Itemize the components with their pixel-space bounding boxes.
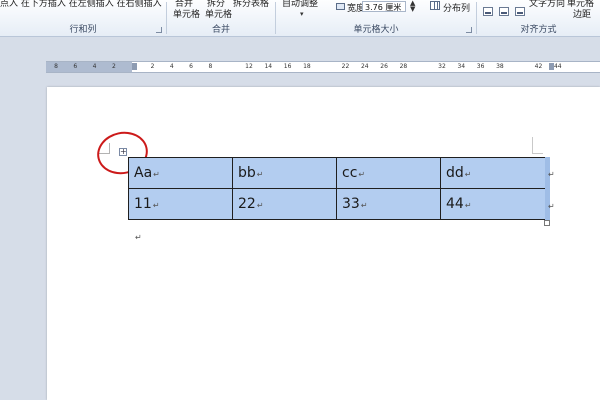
table-row: Aa↵ bb↵ cc↵ dd↵	[128, 157, 546, 189]
cell-text: dd	[446, 165, 464, 181]
horizontal-ruler[interactable]: 8 6 4 2 2 4 6 8 12 14 16 18 22 24 26 28 32 34 36 38 42 44	[46, 61, 600, 73]
autofit-button[interactable]: 自动调整	[282, 0, 318, 9]
ruler-tick-label: 8	[208, 63, 213, 70]
group-label-merge: 合并	[211, 25, 230, 35]
ruler-tick-label: 12	[245, 63, 253, 70]
cell-size-launcher-icon[interactable]	[466, 27, 472, 33]
align-bottom-left-icon[interactable]	[483, 7, 493, 16]
cell-text: 11	[134, 196, 152, 212]
table-cell[interactable]: 44↵	[440, 188, 546, 220]
table-resize-handle[interactable]	[544, 220, 550, 226]
ruler-indent-marker[interactable]	[132, 63, 137, 70]
ruler-tick-label: 2	[111, 63, 116, 70]
distribute-columns-icon[interactable]	[430, 1, 440, 10]
group-label-cell-size: 单元格大小	[353, 25, 399, 35]
ruler-tick-label: 34	[457, 63, 466, 70]
group-merge: 合并 单元格 拆分 单元格 拆分表格 合并	[167, 0, 275, 36]
align-bottom-center-icon[interactable]	[499, 7, 509, 16]
ruler-tick-label: 32	[438, 63, 446, 70]
cell-text: 44	[446, 196, 464, 212]
ruler-tick-label: 6	[73, 63, 78, 70]
ruler-tick-label: 2	[150, 63, 155, 70]
table-cell[interactable]: 11↵	[128, 188, 233, 220]
ruler-tick-label: 4	[92, 63, 97, 70]
document-page[interactable]: + Aa↵ bb↵ cc↵ dd↵ 11↵ 22↵ 33↵ 44↵ ↵ ↵ ↵	[47, 87, 600, 400]
row-end-mark: ↵	[548, 170, 555, 179]
width-spinner[interactable]: ▲ ▼	[410, 0, 415, 13]
cell-end-mark: ↵	[153, 170, 160, 179]
ruler-tick-label: 24	[360, 63, 369, 70]
ruler-tick-label: 44	[553, 63, 562, 70]
table-cell[interactable]: 33↵	[336, 188, 441, 220]
table-cell[interactable]: bb↵	[232, 157, 337, 189]
cell-end-mark: ↵	[152, 201, 160, 210]
align-bottom-right-icon[interactable]	[515, 7, 525, 16]
page-corner-mark	[532, 137, 543, 154]
group-rows-and-columns: 点入 在下方插入 在左侧插入 在右侧插入 行和列	[0, 0, 166, 36]
distribute-columns-button[interactable]: 分布列	[443, 1, 470, 14]
split-table-button[interactable]: 拆分表格	[233, 0, 269, 9]
table-row: 11↵ 22↵ 33↵ 44↵	[128, 188, 546, 220]
paragraph-mark: ↵	[135, 233, 142, 242]
cell-text: cc	[342, 165, 358, 181]
text-direction-button[interactable]: 文字方向	[529, 0, 565, 9]
ruler-tick-label: 36	[476, 63, 485, 70]
cell-end-mark: ↵	[464, 170, 472, 179]
ruler-tick-label: 6	[189, 63, 194, 70]
table-cell[interactable]: 22↵	[232, 188, 337, 220]
cell-text: bb	[238, 165, 256, 181]
cell-text: Aa	[134, 165, 153, 181]
ribbon: 点入 在下方插入 在左侧插入 在右侧插入 行和列 合并 单元格 拆分 单元格 拆…	[0, 0, 600, 37]
ruler-tick-label: 16	[283, 63, 292, 70]
spin-down-icon[interactable]: ▼	[410, 6, 415, 13]
ruler-tick-label: 8	[54, 63, 58, 70]
cell-end-mark: ↵	[360, 201, 368, 210]
table-cell[interactable]: dd↵	[440, 157, 546, 189]
ruler-tick-label: 4	[169, 63, 174, 70]
split-cells-label: 单元格	[205, 10, 233, 20]
cell-end-mark: ↵	[464, 201, 472, 210]
group-alignment: 文字方向 单元格 边距 对齐方式	[477, 0, 600, 36]
width-input[interactable]: 3.76 厘米	[362, 1, 406, 12]
document-table[interactable]: Aa↵ bb↵ cc↵ dd↵ 11↵ 22↵ 33↵ 44↵	[128, 157, 546, 220]
ruler-tick-label: 42	[534, 63, 543, 70]
cell-text: 22	[238, 196, 256, 212]
column-width-icon	[336, 3, 345, 10]
cell-text: 33	[342, 196, 360, 212]
group-label-alignment: 对齐方式	[520, 25, 557, 35]
autofit-dropdown-icon[interactable]: ▾	[300, 10, 304, 18]
ruler-indent-marker[interactable]	[549, 63, 554, 70]
ruler-tick-label: 14	[264, 63, 273, 70]
table-cell[interactable]: Aa↵	[128, 157, 233, 189]
cell-end-mark: ↵	[358, 170, 366, 179]
merge-cells-label: 单元格	[173, 10, 201, 20]
table-cell[interactable]: cc↵	[336, 157, 441, 189]
cell-end-mark: ↵	[256, 201, 264, 210]
insert-rows-cols-buttons[interactable]: 点入 在下方插入 在左侧插入 在右侧插入	[0, 0, 162, 9]
ruler-tick-label: 28	[399, 63, 408, 70]
cell-margins-label: 边距	[573, 10, 592, 20]
cell-end-mark: ↵	[256, 170, 264, 179]
ruler-tick-label: 22	[341, 63, 350, 70]
rows-cols-launcher-icon[interactable]	[156, 27, 162, 33]
group-label-rows-cols: 行和列	[69, 25, 97, 35]
ruler-tick-label: 26	[380, 63, 388, 70]
ruler-tick-label: 18	[303, 63, 311, 70]
row-end-mark: ↵	[548, 202, 555, 211]
ruler-left-margin	[46, 62, 132, 72]
ruler-tick-label: 38	[496, 63, 504, 70]
